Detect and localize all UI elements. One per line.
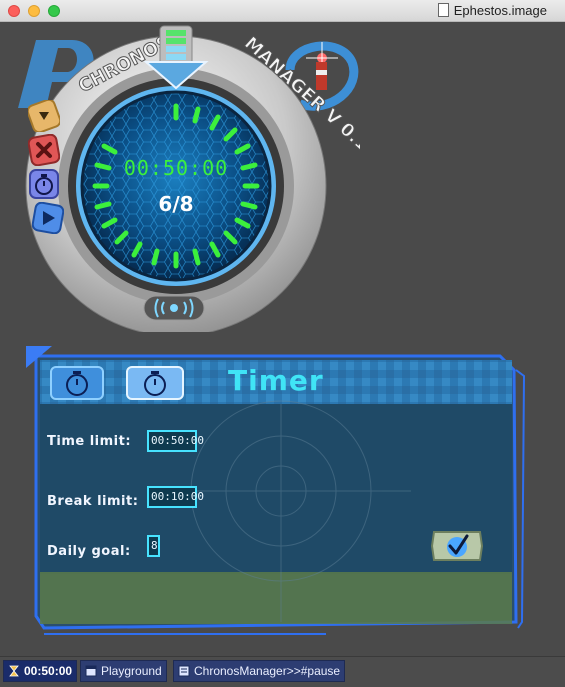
close-window-button[interactable] xyxy=(8,5,20,17)
apply-checkmark-button[interactable] xyxy=(430,530,484,562)
gauge-timer-readout: 00:50:00 xyxy=(124,156,228,180)
debugger-icon xyxy=(178,665,190,677)
stop-button[interactable] xyxy=(28,134,60,166)
taskbar-item-debugger[interactable]: ChronosManager>>#pause xyxy=(173,660,346,682)
timer-settings-panel: Timer Time limit: 00:50:00 Break limit: … xyxy=(26,346,526,642)
taskbar-item-label: 00:50:00 xyxy=(24,664,73,678)
timer-tab-button[interactable] xyxy=(50,366,104,400)
daily-goal-label: Daily goal: xyxy=(47,544,131,559)
world-canvas[interactable]: CHRONOS MANAGER V 0.1 00:50:00 6/8 Timer… xyxy=(0,22,565,656)
time-limit-label: Time limit: xyxy=(47,434,132,449)
play-button[interactable] xyxy=(32,202,64,234)
taskbar-item-label: ChronosManager>>#pause xyxy=(194,664,341,678)
daily-goal-field[interactable]: 8 xyxy=(147,535,160,557)
document-icon xyxy=(437,3,449,17)
taskbar: 00:50:00 Playground ChronosManager>>#pau… xyxy=(0,656,565,687)
break-limit-field[interactable]: 00:10:00 xyxy=(147,486,204,508)
taskbar-item-label: Playground xyxy=(101,664,162,678)
panel-title: Timer xyxy=(228,364,324,397)
window-icon xyxy=(85,665,97,677)
gauge-progress-readout: 6/8 xyxy=(158,192,193,216)
time-limit-field[interactable]: 00:50:00 xyxy=(147,430,204,452)
stopwatch-tab-button[interactable] xyxy=(126,366,184,400)
timer-button[interactable] xyxy=(28,168,60,200)
window-titlebar: Ephestos.image xyxy=(0,0,565,22)
taskbar-item-timer[interactable]: 00:50:00 xyxy=(3,660,78,682)
hourglass-icon xyxy=(9,665,19,677)
window-title-text: Ephestos.image xyxy=(453,3,547,18)
wireless-icon xyxy=(143,295,205,321)
pause-button[interactable] xyxy=(28,100,60,132)
maximize-window-button[interactable] xyxy=(48,5,60,17)
taskbar-item-playground[interactable]: Playground xyxy=(80,660,167,682)
window-title: Ephestos.image xyxy=(437,3,547,18)
minimize-window-button[interactable] xyxy=(28,5,40,17)
break-limit-label: Break limit: xyxy=(47,494,139,509)
